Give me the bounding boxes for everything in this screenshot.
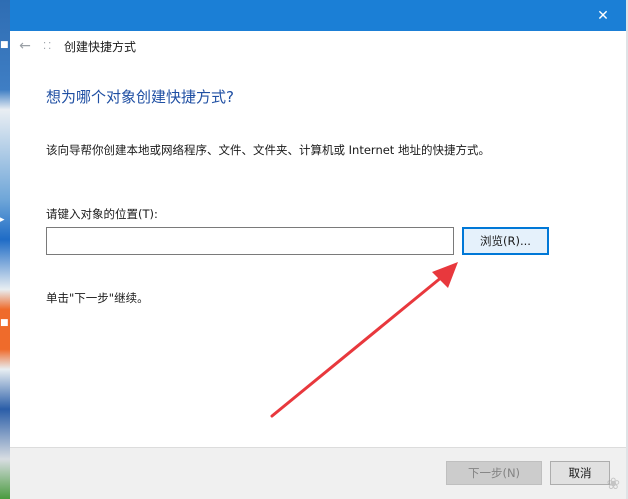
next-button: 下一步(N) [446, 461, 542, 485]
back-button[interactable]: ← [16, 37, 34, 55]
title-bar: ✕ [10, 0, 626, 31]
desktop-background-strip: ■ ▸ ■ [0, 0, 10, 499]
create-shortcut-wizard: ✕ ← ⁚⁚ 创建快捷方式 想为哪个对象创建快捷方式? 该向导帮你创建本地或网络… [10, 0, 626, 499]
watermark-logo: ❀ [606, 474, 620, 493]
cancel-button[interactable]: 取消 [550, 461, 610, 485]
continue-hint: 单击"下一步"继续。 [46, 291, 149, 305]
desktop-icon-fragment: ▸ [0, 215, 5, 225]
close-button[interactable]: ✕ [580, 0, 626, 31]
location-label: 请键入对象的位置(T): [46, 207, 158, 221]
back-arrow-icon: ← [19, 38, 31, 54]
window-title: 创建快捷方式 [64, 40, 137, 54]
wizard-icon: ⁚⁚ [43, 41, 54, 52]
location-input[interactable] [46, 227, 454, 255]
page-heading: 想为哪个对象创建快捷方式? [46, 88, 234, 106]
desktop-icon-fragment: ■ [0, 40, 9, 50]
wizard-footer: 下一步(N) 取消 [10, 447, 626, 499]
browse-button[interactable]: 浏览(R)... [462, 227, 549, 255]
close-icon: ✕ [597, 7, 609, 24]
wizard-description: 该向导帮你创建本地或网络程序、文件、文件夹、计算机或 Internet 地址的快… [46, 143, 490, 157]
wizard-header: ← ⁚⁚ 创建快捷方式 [10, 31, 626, 63]
desktop-icon-fragment: ■ [0, 318, 9, 328]
